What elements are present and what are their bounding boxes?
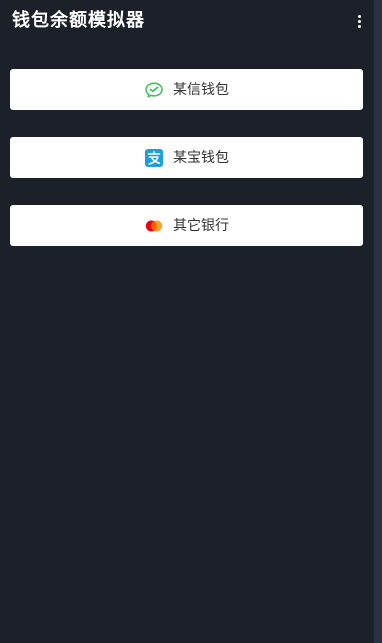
mastercard-icon	[144, 216, 164, 236]
edge-strip	[374, 0, 382, 643]
wallet-option-list: 某信钱包 某宝钱包 其它银行	[10, 69, 363, 273]
option-alipay-wallet[interactable]: 某宝钱包	[10, 137, 363, 178]
more-dot	[357, 14, 361, 18]
option-label: 某信钱包	[173, 81, 229, 98]
more-options-icon[interactable]	[354, 10, 364, 32]
more-dot	[357, 24, 361, 28]
app-title: 钱包余额模拟器	[12, 10, 145, 31]
wechat-icon	[144, 80, 164, 100]
app-bar: 钱包余额模拟器	[0, 0, 382, 44]
option-label: 某宝钱包	[173, 149, 229, 166]
option-other-bank[interactable]: 其它银行	[10, 205, 363, 246]
option-label: 其它银行	[173, 217, 229, 234]
alipay-icon	[144, 148, 164, 168]
more-dot	[357, 19, 361, 23]
option-wechat-wallet[interactable]: 某信钱包	[10, 69, 363, 110]
